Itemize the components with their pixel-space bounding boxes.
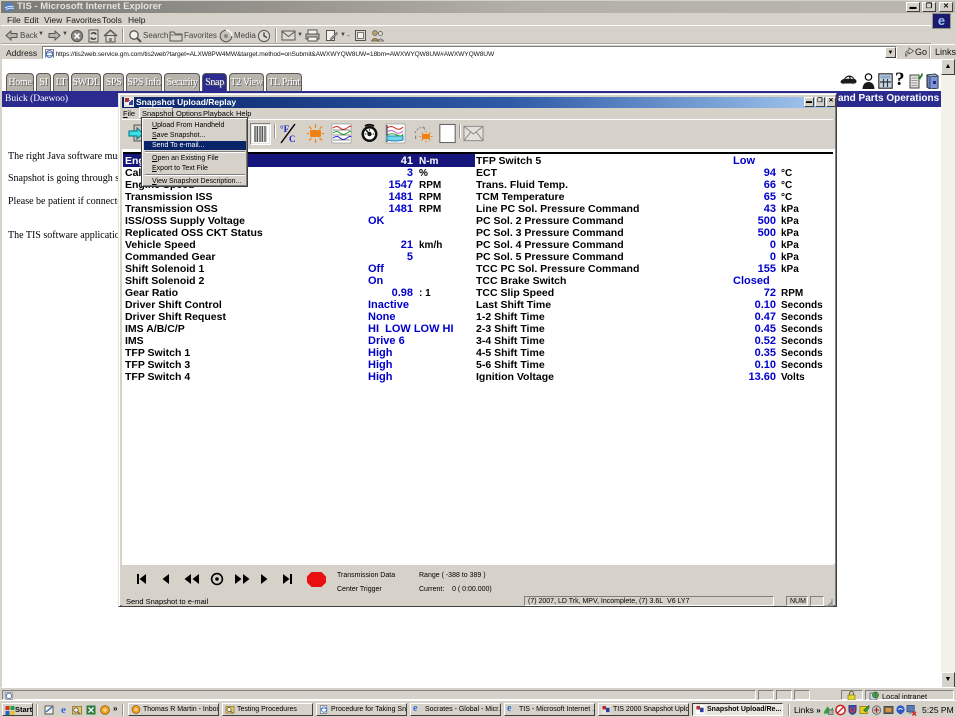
svg-text:C: C	[289, 134, 296, 144]
